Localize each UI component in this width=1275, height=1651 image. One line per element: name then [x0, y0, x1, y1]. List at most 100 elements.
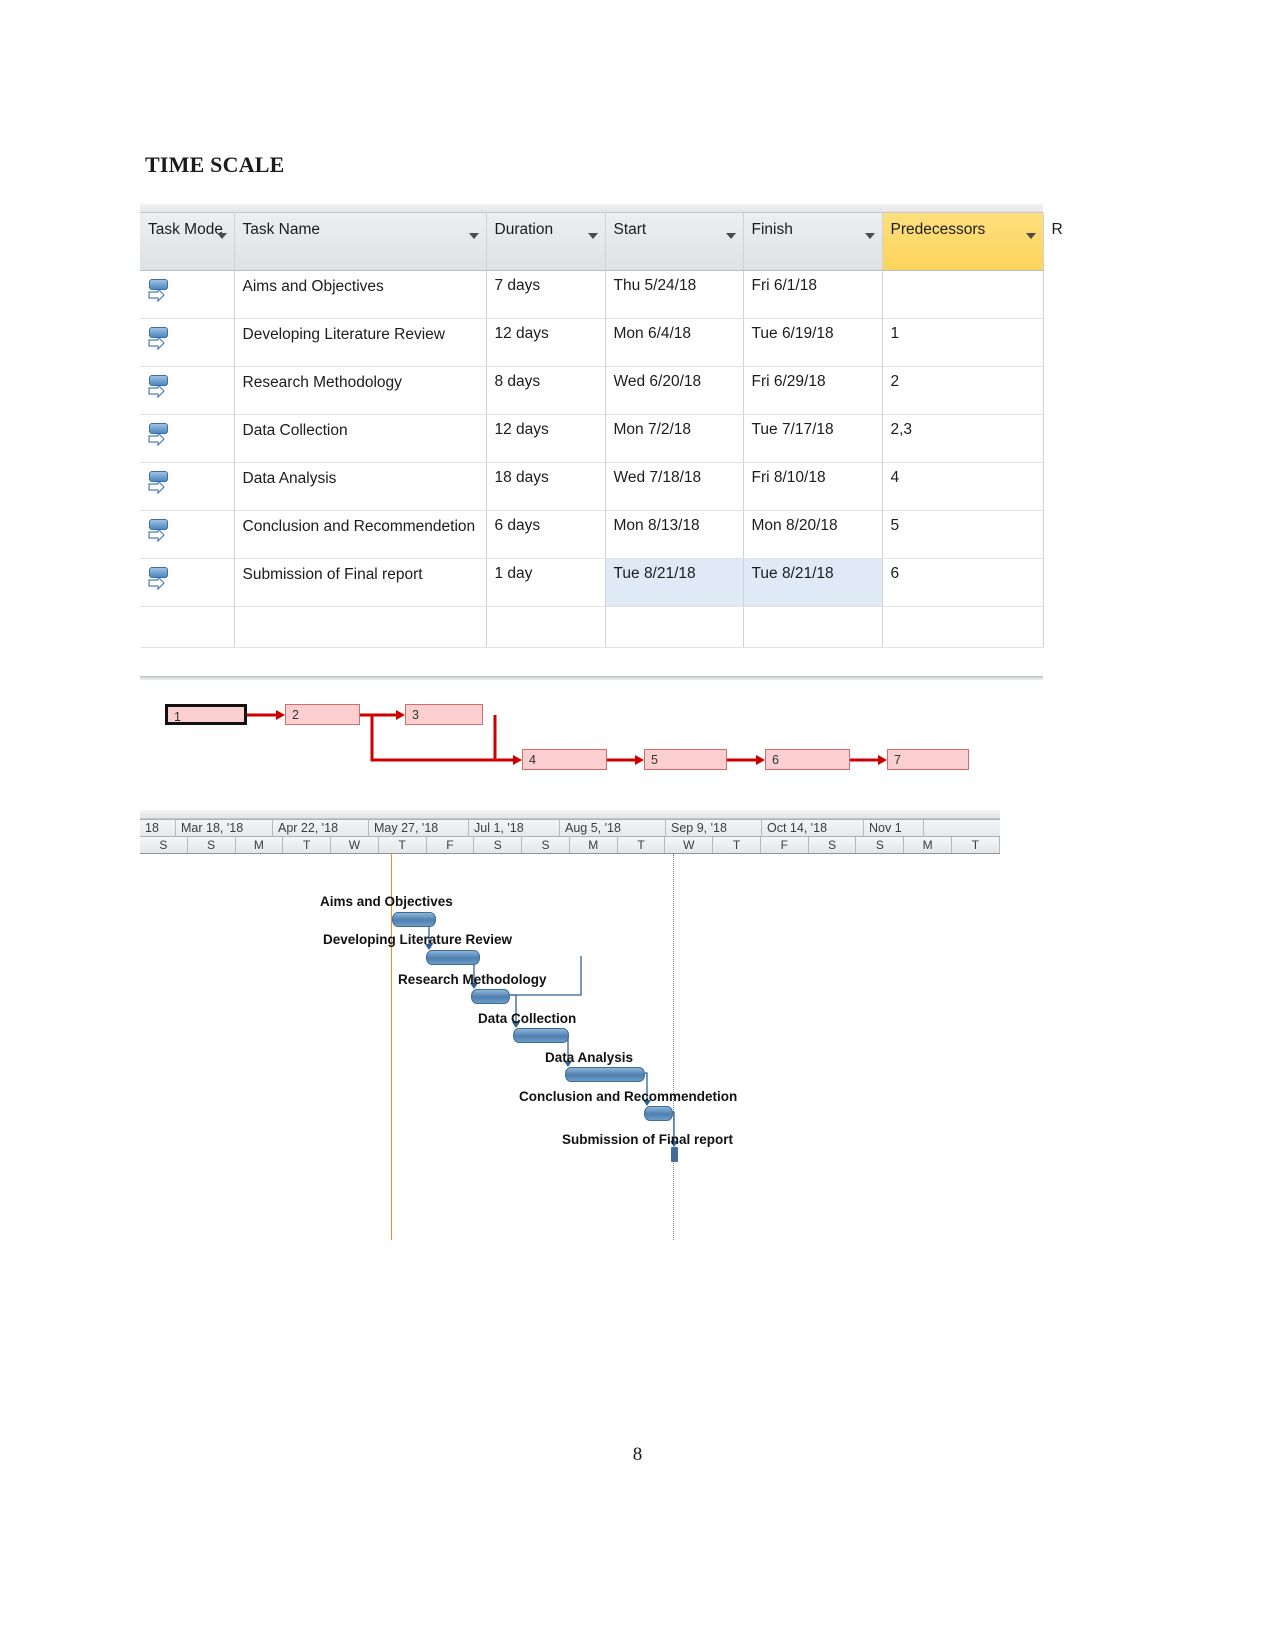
cell-start[interactable]: Mon 6/4/18: [605, 318, 744, 367]
sort-caret-icon[interactable]: [725, 233, 736, 239]
cell-predecessors[interactable]: 2: [882, 366, 1044, 415]
gantt-task-bar[interactable]: [392, 912, 436, 927]
cell-task-mode[interactable]: [140, 366, 235, 415]
gantt-task-bar[interactable]: [426, 950, 480, 965]
column-header-duration[interactable]: Duration: [486, 213, 606, 271]
column-header-task-name[interactable]: Task Name: [234, 213, 487, 271]
table-row[interactable]: Research Methodology 8 days Wed 6/20/18 Fri…: [140, 366, 1044, 415]
cell-task-name[interactable]: Conclusion and Recommendetion: [234, 510, 487, 559]
column-header-finish[interactable]: Finish: [743, 213, 883, 271]
timeline-day-cell: S: [474, 837, 523, 853]
table-row[interactable]: Data Analysis 18 days Wed 7/18/18 Fri 8/10/…: [140, 462, 1044, 511]
sort-caret-icon[interactable]: [587, 233, 598, 239]
table-row[interactable]: Aims and Objectives 7 days Thu 5/24/18 Fri …: [140, 270, 1044, 319]
cell-duration[interactable]: 18 days: [486, 462, 606, 511]
network-node[interactable]: 2: [285, 704, 360, 725]
cell-duration[interactable]: 1 day: [486, 558, 606, 607]
timeline-day-cell: W: [665, 837, 714, 853]
auto-schedule-icon[interactable]: [148, 565, 170, 595]
network-node[interactable]: 7: [887, 749, 969, 770]
cell-task-name[interactable]: Aims and Objectives: [234, 270, 487, 319]
cell-task-name[interactable]: Submission of Final report: [234, 558, 487, 607]
sort-caret-icon[interactable]: [864, 233, 875, 239]
cell-predecessors[interactable]: 2,3: [882, 414, 1044, 463]
column-header-task-mode-label: Task Mode: [148, 221, 223, 238]
cell-finish[interactable]: Tue 7/17/18: [743, 414, 883, 463]
gantt-task-bar[interactable]: [644, 1106, 673, 1121]
cell-predecessors[interactable]: 6: [882, 558, 1044, 607]
column-header-task-mode[interactable]: Task Mode: [140, 213, 235, 271]
auto-schedule-icon[interactable]: [148, 325, 170, 355]
auto-schedule-icon[interactable]: [148, 373, 170, 403]
cell-duration[interactable]: 12 days: [486, 318, 606, 367]
network-link-arrow: [756, 755, 765, 765]
gantt-task-bar[interactable]: [565, 1067, 645, 1082]
cell-task-mode[interactable]: [140, 318, 235, 367]
network-node[interactable]: 4: [522, 749, 607, 770]
cell-finish[interactable]: Tue 8/21/18: [743, 558, 883, 607]
sort-caret-icon[interactable]: [468, 233, 479, 239]
cell-task-mode[interactable]: [140, 270, 235, 319]
table-row[interactable]: Developing Literature Review 12 days Mon 6…: [140, 318, 1044, 367]
cell-task-mode[interactable]: [140, 462, 235, 511]
cell-task-name[interactable]: Data Collection: [234, 414, 487, 463]
auto-schedule-icon[interactable]: [148, 421, 170, 451]
cell-task-name[interactable]: Developing Literature Review: [234, 318, 487, 367]
timeline-day-cell: S: [188, 837, 236, 853]
sort-caret-icon[interactable]: [1025, 233, 1036, 239]
cell-task-name[interactable]: Research Methodology: [234, 366, 487, 415]
cell-finish[interactable]: Tue 6/19/18: [743, 318, 883, 367]
column-header-duration-label: Duration: [494, 221, 554, 238]
cell-predecessors[interactable]: 1: [882, 318, 1044, 367]
column-header-predecessors[interactable]: Predecessors: [882, 213, 1044, 271]
table-top-strip: [140, 204, 1043, 213]
cell-task-mode[interactable]: [140, 510, 235, 559]
cell-duration[interactable]: 6 days: [486, 510, 606, 559]
gantt-task-bar[interactable]: [471, 989, 510, 1004]
cell-start[interactable]: Mon 7/2/18: [605, 414, 744, 463]
cell-task-mode[interactable]: [140, 558, 235, 607]
timeline-day-cell: M: [236, 837, 284, 853]
network-node[interactable]: 6: [765, 749, 850, 770]
timeline-day-cell: S: [856, 837, 905, 853]
timeline-day-cell: T: [713, 837, 761, 853]
cell-duration[interactable]: 8 days: [486, 366, 606, 415]
network-link-arrow: [878, 755, 887, 765]
cell-task-mode[interactable]: [140, 414, 235, 463]
cell-finish[interactable]: Fri 6/1/18: [743, 270, 883, 319]
auto-schedule-icon[interactable]: [148, 517, 170, 547]
cell-finish[interactable]: Fri 8/10/18: [743, 462, 883, 511]
cell-duration[interactable]: 7 days: [486, 270, 606, 319]
cell-start[interactable]: Thu 5/24/18: [605, 270, 744, 319]
cell-duration[interactable]: 12 days: [486, 414, 606, 463]
table-row[interactable]: Data Collection 12 days Mon 7/2/18 Tue 7/17…: [140, 414, 1044, 463]
column-header-start[interactable]: Start: [605, 213, 744, 271]
page-title: TIME SCALE: [145, 152, 285, 177]
timeline-month-cell: Oct 14, '18: [762, 820, 864, 836]
cell-predecessors[interactable]: 5: [882, 510, 1044, 559]
gantt-bar-label: Aims and Objectives: [320, 894, 453, 909]
timeline-day-cell: T: [952, 837, 1000, 853]
timeline-day-cell: S: [140, 837, 188, 853]
cell-finish[interactable]: Mon 8/20/18: [743, 510, 883, 559]
cell-start[interactable]: Mon 8/13/18: [605, 510, 744, 559]
network-node[interactable]: 1: [165, 704, 247, 725]
auto-schedule-icon[interactable]: [148, 277, 170, 307]
cell-start[interactable]: Wed 6/20/18: [605, 366, 744, 415]
network-node[interactable]: 5: [644, 749, 727, 770]
gantt-bar-label: Developing Literature Review: [323, 932, 513, 947]
cell-predecessors[interactable]: 4: [882, 462, 1044, 511]
cell-start[interactable]: Wed 7/18/18: [605, 462, 744, 511]
cell-task-name[interactable]: Data Analysis: [234, 462, 487, 511]
gantt-milestone-bar[interactable]: [671, 1147, 678, 1162]
table-row[interactable]: Conclusion and Recommendetion 6 days Mon 8…: [140, 510, 1044, 559]
network-node[interactable]: 3: [405, 704, 483, 725]
table-row-empty[interactable]: [140, 606, 1044, 648]
gantt-task-bar[interactable]: [513, 1028, 569, 1043]
auto-schedule-icon[interactable]: [148, 469, 170, 499]
sort-caret-icon[interactable]: [216, 233, 227, 239]
cell-predecessors[interactable]: [882, 270, 1044, 319]
cell-finish[interactable]: Fri 6/29/18: [743, 366, 883, 415]
cell-start[interactable]: Tue 8/21/18: [605, 558, 744, 607]
table-row[interactable]: Submission of Final report 1 day Tue 8/21/…: [140, 558, 1044, 607]
